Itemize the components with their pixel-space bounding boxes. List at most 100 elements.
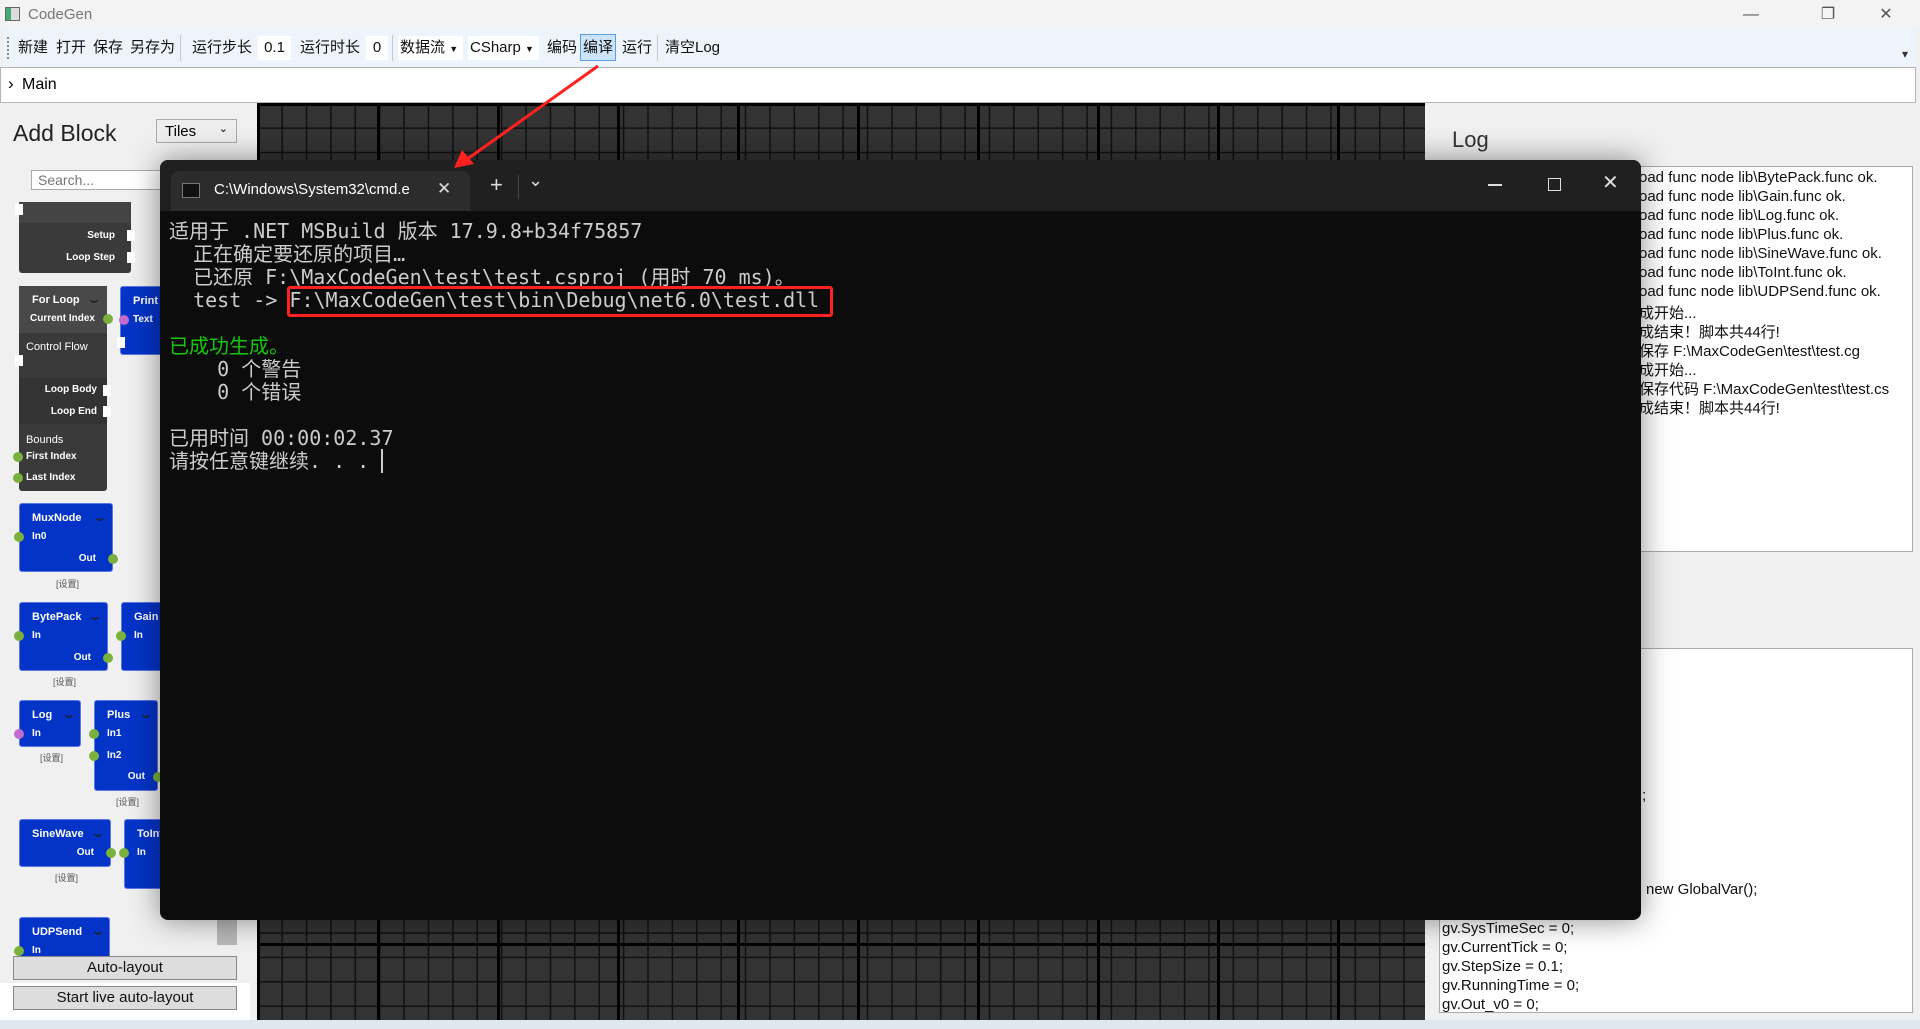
step-size-input[interactable]: 0.1 xyxy=(258,36,291,60)
data-port[interactable] xyxy=(14,946,24,956)
port-label: In0 xyxy=(32,531,47,542)
muxnode-block[interactable]: MuxNode ⌄ In0 Out xyxy=(14,503,118,572)
separator xyxy=(392,35,393,61)
data-port[interactable] xyxy=(89,751,99,761)
chevron-right-icon[interactable]: › xyxy=(8,74,14,94)
sinewave-block[interactable]: SineWave ⌄ Out xyxy=(19,819,116,867)
step-size-label: 运行步长 xyxy=(192,39,253,56)
scrollbar-thumb[interactable] xyxy=(217,920,237,945)
flow-port[interactable] xyxy=(15,204,23,215)
data-port[interactable] xyxy=(14,729,24,739)
port-label: Loop Step xyxy=(66,252,115,263)
data-port[interactable] xyxy=(108,554,118,564)
restore-button[interactable]: ❐ xyxy=(1808,4,1848,26)
block-title: SineWave xyxy=(32,828,84,840)
minimize-icon[interactable] xyxy=(1488,184,1502,186)
port-label: In2 xyxy=(107,750,122,761)
data-port[interactable] xyxy=(119,848,129,858)
log-line: oad func node lib\ToInt.func ok. xyxy=(1639,264,1847,281)
toolbar-grip[interactable] xyxy=(7,37,9,59)
toolbar: 新建 打开 保存 另存为 运行步长 0.1 运行时长 0 数据流 ▼ CShar… xyxy=(4,29,1916,66)
flow-port[interactable] xyxy=(103,406,111,417)
settings-link[interactable]: [设置] xyxy=(40,751,63,764)
tab-dropdown-button[interactable]: ⌄ xyxy=(528,170,543,191)
compile-button[interactable]: 编译 xyxy=(580,34,617,61)
port-label: In xyxy=(137,847,146,858)
separator xyxy=(518,175,519,199)
new-button[interactable]: 新建 xyxy=(16,36,50,60)
new-tab-button[interactable]: + xyxy=(490,172,503,198)
title-bar: CodeGen — ❐ ✕ xyxy=(0,0,1920,29)
flow-port[interactable] xyxy=(127,252,135,263)
close-tab-icon[interactable]: ✕ xyxy=(437,179,451,199)
language-dropdown[interactable]: CSharp ▼ xyxy=(468,36,539,60)
section-label: Control Flow xyxy=(26,341,88,353)
log-line: 成开始... xyxy=(1639,362,1697,379)
data-port[interactable] xyxy=(103,653,113,663)
code-line: new GlobalVar(); xyxy=(1646,881,1758,898)
data-port[interactable] xyxy=(13,452,23,462)
view-select[interactable]: Tiles ⌄ xyxy=(156,119,237,143)
encode-button[interactable]: 编码 xyxy=(545,36,579,60)
chevron-down-icon[interactable]: ⌄ xyxy=(90,924,105,938)
data-port[interactable] xyxy=(14,631,24,641)
port-label: In1 xyxy=(107,728,122,739)
settings-link[interactable]: [设置] xyxy=(56,577,79,590)
chevron-down-icon[interactable]: ⌄ xyxy=(61,707,76,721)
log-line: oad func node lib\Plus.func ok. xyxy=(1639,226,1844,243)
log-line: oad func node lib\BytePack.func ok. xyxy=(1639,169,1878,186)
settings-link[interactable]: [设置] xyxy=(55,871,78,884)
settings-link[interactable]: [设置] xyxy=(53,675,76,688)
separator xyxy=(657,35,658,61)
close-button[interactable]: ✕ xyxy=(1866,4,1906,26)
chevron-down-icon[interactable]: ⌄ xyxy=(87,609,102,623)
save-as-button[interactable]: 另存为 xyxy=(128,36,177,60)
live-auto-layout-button[interactable]: Start live auto-layout xyxy=(13,986,237,1010)
flow-port[interactable] xyxy=(127,230,135,241)
data-port[interactable] xyxy=(119,315,129,325)
bytepack-block[interactable]: BytePack ⌄ In Out xyxy=(14,602,113,671)
close-icon[interactable]: ✕ xyxy=(1602,170,1619,195)
log-title: Log xyxy=(1452,127,1489,152)
port-label: In xyxy=(32,945,41,956)
dataflow-dropdown[interactable]: 数据流 ▼ xyxy=(398,36,463,60)
warning-count: 0 个警告 xyxy=(169,357,302,381)
toolbar-overflow-icon[interactable]: ▾ xyxy=(1902,47,1908,61)
log-block[interactable]: Log ⌄ In xyxy=(14,700,81,747)
terminal-window[interactable]: C:\Windows\System32\cmd.e ✕ + ⌄ ✕ 适用于 .N… xyxy=(160,160,1641,920)
data-port[interactable] xyxy=(116,631,126,641)
maximize-icon[interactable] xyxy=(1548,178,1561,191)
data-port[interactable] xyxy=(14,532,24,542)
chevron-down-icon[interactable]: ⌄ xyxy=(86,292,101,306)
minimize-button[interactable]: — xyxy=(1731,4,1771,26)
flow-port[interactable] xyxy=(103,385,111,396)
data-port[interactable] xyxy=(89,729,99,739)
auto-layout-button[interactable]: Auto-layout xyxy=(13,956,237,980)
run-time-label: 运行时长 xyxy=(300,39,361,56)
for-loop-block[interactable]: For Loop ⌄ Current Index Control Flow Lo… xyxy=(13,286,113,491)
section-label: Bounds xyxy=(26,434,64,446)
chevron-down-icon[interactable]: ⌄ xyxy=(90,826,105,840)
open-button[interactable]: 打开 xyxy=(54,36,88,60)
save-button[interactable]: 保存 xyxy=(91,36,125,60)
flow-port[interactable] xyxy=(15,355,23,366)
data-port[interactable] xyxy=(13,473,23,483)
chevron-down-icon[interactable]: ⌄ xyxy=(92,510,107,524)
block-title: Gain xyxy=(134,611,159,623)
data-port[interactable] xyxy=(103,314,113,324)
flow-port[interactable] xyxy=(117,337,125,348)
log-line: oad func node lib\Gain.func ok. xyxy=(1639,188,1846,205)
run-button[interactable]: 运行 xyxy=(620,36,654,60)
chevron-down-icon[interactable]: ⌄ xyxy=(138,707,153,721)
setup-block[interactable]: Setup Loop Step xyxy=(15,202,135,273)
terminal-tab[interactable]: C:\Windows\System32\cmd.e ✕ xyxy=(171,171,470,211)
port-label: Last Index xyxy=(26,472,76,483)
data-port[interactable] xyxy=(106,848,116,858)
breadcrumb-main[interactable]: Main xyxy=(22,76,57,94)
terminal-line: 适用于 .NET MSBuild 版本 17.9.8+b34f75857 xyxy=(169,219,643,243)
plus-block[interactable]: Plus ⌄ In1 In2 Out xyxy=(89,700,163,791)
settings-link[interactable]: [设置] xyxy=(116,795,139,808)
log-line: 成开始... xyxy=(1639,305,1697,322)
run-time-input[interactable]: 0 xyxy=(366,36,388,60)
clear-log-button[interactable]: 清空Log xyxy=(663,36,722,60)
